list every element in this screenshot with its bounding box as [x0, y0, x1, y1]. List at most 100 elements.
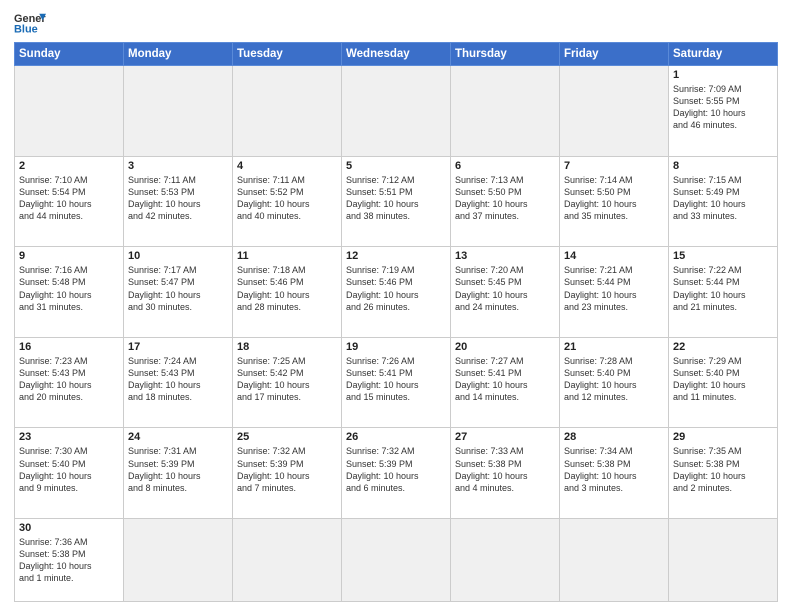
day-number: 29	[673, 431, 773, 443]
page: General Blue SundayMondayTuesdayWednesda…	[0, 0, 792, 612]
calendar-cell-week1-day3	[233, 66, 342, 157]
day-info: Sunrise: 7:36 AM Sunset: 5:38 PM Dayligh…	[19, 536, 119, 585]
day-info: Sunrise: 7:31 AM Sunset: 5:39 PM Dayligh…	[128, 445, 228, 494]
day-number: 22	[673, 341, 773, 353]
day-number: 28	[564, 431, 664, 443]
day-number: 8	[673, 160, 773, 172]
calendar-week-6: 30 Sunrise: 7:36 AM Sunset: 5:38 PM Dayli…	[15, 519, 778, 602]
calendar-cell-week2-day6: 7 Sunrise: 7:14 AM Sunset: 5:50 PM Daylig…	[560, 156, 669, 247]
calendar-cell-week2-day3: 4 Sunrise: 7:11 AM Sunset: 5:52 PM Daylig…	[233, 156, 342, 247]
day-number: 7	[564, 160, 664, 172]
day-info: Sunrise: 7:21 AM Sunset: 5:44 PM Dayligh…	[564, 264, 664, 313]
day-info: Sunrise: 7:17 AM Sunset: 5:47 PM Dayligh…	[128, 264, 228, 313]
calendar-cell-week2-day1: 2 Sunrise: 7:10 AM Sunset: 5:54 PM Daylig…	[15, 156, 124, 247]
day-number: 9	[19, 250, 119, 262]
header: General Blue	[14, 10, 778, 36]
day-number: 14	[564, 250, 664, 262]
calendar-cell-week6-day6	[560, 519, 669, 602]
calendar-cell-week5-day2: 24 Sunrise: 7:31 AM Sunset: 5:39 PM Dayli…	[124, 428, 233, 519]
day-info: Sunrise: 7:09 AM Sunset: 5:55 PM Dayligh…	[673, 83, 773, 132]
day-number: 4	[237, 160, 337, 172]
day-number: 10	[128, 250, 228, 262]
day-number: 3	[128, 160, 228, 172]
calendar-cell-week3-day5: 13Sunrise: 7:20 AM Sunset: 5:45 PM Dayli…	[451, 247, 560, 338]
calendar-cell-week6-day3	[233, 519, 342, 602]
day-info: Sunrise: 7:28 AM Sunset: 5:40 PM Dayligh…	[564, 355, 664, 404]
calendar-cell-week5-day7: 29Sunrise: 7:35 AM Sunset: 5:38 PM Dayli…	[669, 428, 778, 519]
calendar-cell-week4-day4: 19 Sunrise: 7:26 AM Sunset: 5:41 PM Dayli…	[342, 337, 451, 428]
calendar-cell-week5-day5: 27Sunrise: 7:33 AM Sunset: 5:38 PM Dayli…	[451, 428, 560, 519]
day-info: Sunrise: 7:29 AM Sunset: 5:40 PM Dayligh…	[673, 355, 773, 404]
day-number: 15	[673, 250, 773, 262]
day-number: 13	[455, 250, 555, 262]
calendar-week-3: 9Sunrise: 7:16 AM Sunset: 5:48 PM Daylig…	[15, 247, 778, 338]
calendar-header-friday: Friday	[560, 43, 669, 66]
calendar-cell-week5-day4: 26 Sunrise: 7:32 AM Sunset: 5:39 PM Dayli…	[342, 428, 451, 519]
calendar-cell-week3-day1: 9Sunrise: 7:16 AM Sunset: 5:48 PM Daylig…	[15, 247, 124, 338]
calendar-week-5: 23Sunrise: 7:30 AM Sunset: 5:40 PM Dayli…	[15, 428, 778, 519]
calendar-cell-week6-day4	[342, 519, 451, 602]
calendar-cell-week1-day6	[560, 66, 669, 157]
svg-text:Blue: Blue	[14, 23, 38, 35]
calendar-cell-week3-day4: 12 Sunrise: 7:19 AM Sunset: 5:46 PM Dayli…	[342, 247, 451, 338]
day-info: Sunrise: 7:15 AM Sunset: 5:49 PM Dayligh…	[673, 174, 773, 223]
day-number: 18	[237, 341, 337, 353]
calendar-cell-week6-day7	[669, 519, 778, 602]
day-info: Sunrise: 7:32 AM Sunset: 5:39 PM Dayligh…	[237, 445, 337, 494]
day-number: 11	[237, 250, 337, 262]
day-info: Sunrise: 7:33 AM Sunset: 5:38 PM Dayligh…	[455, 445, 555, 494]
day-info: Sunrise: 7:12 AM Sunset: 5:51 PM Dayligh…	[346, 174, 446, 223]
day-number: 19	[346, 341, 446, 353]
calendar-cell-week4-day1: 16 Sunrise: 7:23 AM Sunset: 5:43 PM Dayli…	[15, 337, 124, 428]
day-info: Sunrise: 7:11 AM Sunset: 5:52 PM Dayligh…	[237, 174, 337, 223]
day-info: Sunrise: 7:32 AM Sunset: 5:39 PM Dayligh…	[346, 445, 446, 494]
calendar-cell-week1-day4	[342, 66, 451, 157]
calendar-cell-week3-day7: 15 Sunrise: 7:22 AM Sunset: 5:44 PM Dayli…	[669, 247, 778, 338]
day-number: 30	[19, 522, 119, 534]
day-info: Sunrise: 7:24 AM Sunset: 5:43 PM Dayligh…	[128, 355, 228, 404]
day-info: Sunrise: 7:22 AM Sunset: 5:44 PM Dayligh…	[673, 264, 773, 313]
calendar-table: SundayMondayTuesdayWednesdayThursdayFrid…	[14, 42, 778, 602]
day-info: Sunrise: 7:19 AM Sunset: 5:46 PM Dayligh…	[346, 264, 446, 313]
day-number: 2	[19, 160, 119, 172]
day-info: Sunrise: 7:14 AM Sunset: 5:50 PM Dayligh…	[564, 174, 664, 223]
calendar-cell-week5-day6: 28 Sunrise: 7:34 AM Sunset: 5:38 PM Dayli…	[560, 428, 669, 519]
day-info: Sunrise: 7:18 AM Sunset: 5:46 PM Dayligh…	[237, 264, 337, 313]
day-number: 21	[564, 341, 664, 353]
calendar-cell-week4-day3: 18 Sunrise: 7:25 AM Sunset: 5:42 PM Dayli…	[233, 337, 342, 428]
calendar-cell-week6-day2	[124, 519, 233, 602]
calendar-cell-week1-day2	[124, 66, 233, 157]
day-info: Sunrise: 7:11 AM Sunset: 5:53 PM Dayligh…	[128, 174, 228, 223]
day-number: 24	[128, 431, 228, 443]
day-info: Sunrise: 7:23 AM Sunset: 5:43 PM Dayligh…	[19, 355, 119, 404]
day-number: 17	[128, 341, 228, 353]
day-number: 6	[455, 160, 555, 172]
calendar-cell-week1-day5	[451, 66, 560, 157]
calendar-cell-week4-day5: 20Sunrise: 7:27 AM Sunset: 5:41 PM Dayli…	[451, 337, 560, 428]
day-number: 26	[346, 431, 446, 443]
day-number: 12	[346, 250, 446, 262]
day-info: Sunrise: 7:10 AM Sunset: 5:54 PM Dayligh…	[19, 174, 119, 223]
calendar-cell-week5-day3: 25 Sunrise: 7:32 AM Sunset: 5:39 PM Dayli…	[233, 428, 342, 519]
day-number: 5	[346, 160, 446, 172]
day-number: 25	[237, 431, 337, 443]
calendar-cell-week3-day6: 14 Sunrise: 7:21 AM Sunset: 5:44 PM Dayli…	[560, 247, 669, 338]
calendar-header-row: SundayMondayTuesdayWednesdayThursdayFrid…	[15, 43, 778, 66]
calendar-cell-week3-day2: 10 Sunrise: 7:17 AM Sunset: 5:47 PM Dayli…	[124, 247, 233, 338]
day-number: 16	[19, 341, 119, 353]
calendar-cell-week4-day2: 17 Sunrise: 7:24 AM Sunset: 5:43 PM Dayli…	[124, 337, 233, 428]
calendar-cell-week6-day1: 30 Sunrise: 7:36 AM Sunset: 5:38 PM Dayli…	[15, 519, 124, 602]
day-info: Sunrise: 7:34 AM Sunset: 5:38 PM Dayligh…	[564, 445, 664, 494]
calendar-week-4: 16 Sunrise: 7:23 AM Sunset: 5:43 PM Dayli…	[15, 337, 778, 428]
day-info: Sunrise: 7:25 AM Sunset: 5:42 PM Dayligh…	[237, 355, 337, 404]
calendar-cell-week2-day7: 8 Sunrise: 7:15 AM Sunset: 5:49 PM Daylig…	[669, 156, 778, 247]
calendar-header-wednesday: Wednesday	[342, 43, 451, 66]
calendar-cell-week2-day4: 5 Sunrise: 7:12 AM Sunset: 5:51 PM Daylig…	[342, 156, 451, 247]
calendar-header-sunday: Sunday	[15, 43, 124, 66]
calendar-cell-week2-day2: 3 Sunrise: 7:11 AM Sunset: 5:53 PM Daylig…	[124, 156, 233, 247]
day-number: 20	[455, 341, 555, 353]
calendar-week-2: 2 Sunrise: 7:10 AM Sunset: 5:54 PM Daylig…	[15, 156, 778, 247]
calendar-cell-week2-day5: 6Sunrise: 7:13 AM Sunset: 5:50 PM Daylig…	[451, 156, 560, 247]
calendar-cell-week6-day5	[451, 519, 560, 602]
day-info: Sunrise: 7:26 AM Sunset: 5:41 PM Dayligh…	[346, 355, 446, 404]
